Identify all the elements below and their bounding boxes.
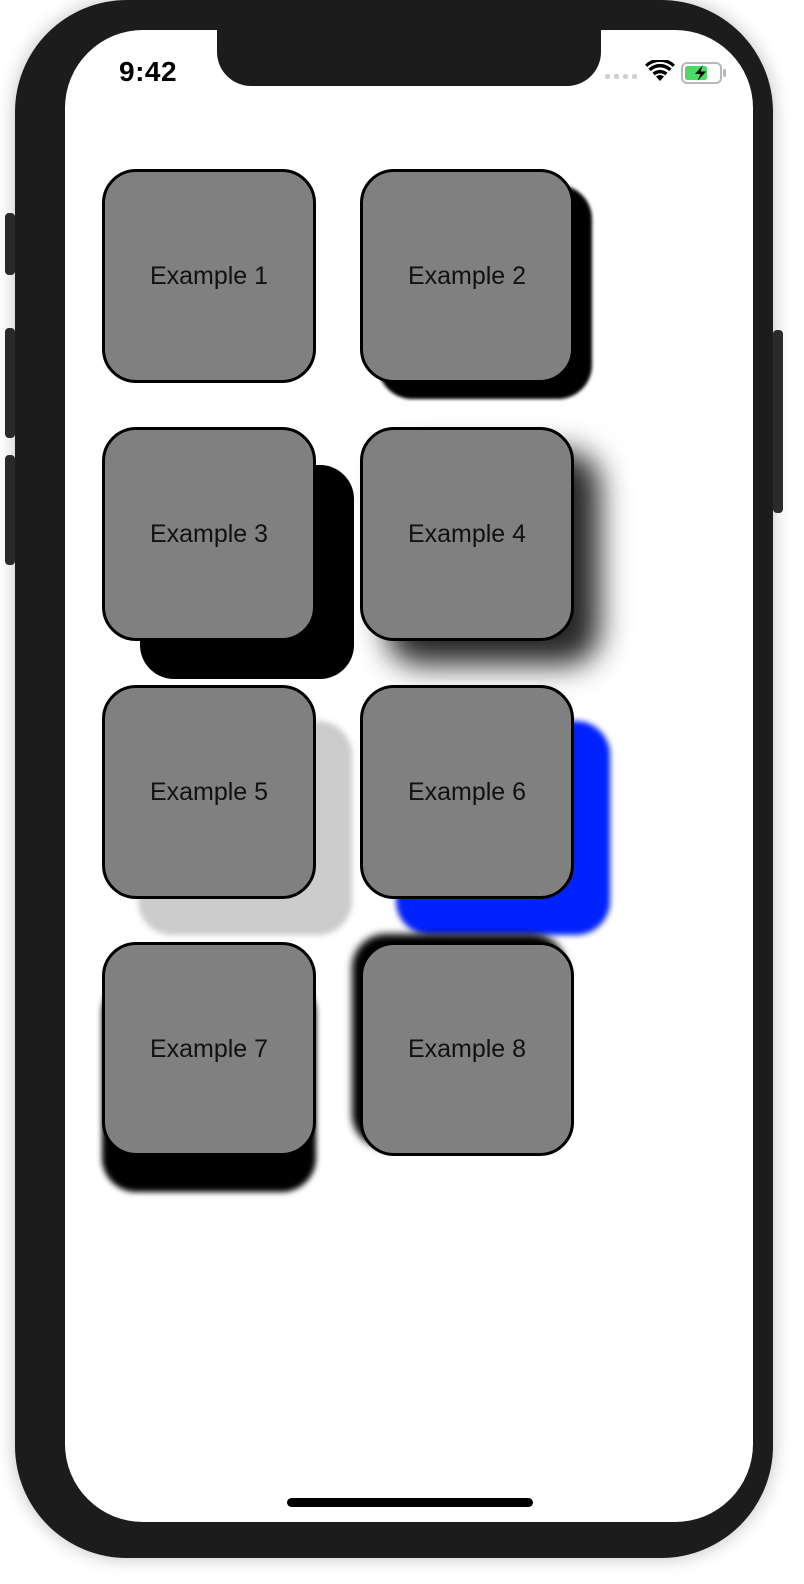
card-label: Example 1 [149,261,269,290]
cellular-signal-icon [605,74,637,79]
card-label: Example 3 [149,519,269,548]
example-card-8[interactable]: Example 8 [360,942,574,1156]
notch [217,30,601,86]
card-label: Example 5 [149,777,269,806]
phone-frame: 9:42 Example 1 Example 2 Example 3 Examp… [5,0,783,1558]
power-button [773,330,783,513]
screen: 9:42 Example 1 Example 2 Example 3 Examp… [65,30,753,1522]
battery-charging-icon [681,62,726,84]
card-label: Example 7 [149,1034,269,1063]
card-label: Example 4 [407,519,527,548]
example-card-1[interactable]: Example 1 [102,169,316,383]
example-card-3[interactable]: Example 3 [102,427,316,641]
card-label: Example 2 [407,261,527,290]
example-card-5[interactable]: Example 5 [102,685,316,899]
silent-switch [5,213,15,275]
example-card-7[interactable]: Example 7 [102,942,316,1156]
wifi-icon [645,60,675,81]
volume-down-button [5,455,15,565]
home-indicator[interactable] [287,1498,533,1507]
example-card-2[interactable]: Example 2 [360,169,574,383]
example-card-6[interactable]: Example 6 [360,685,574,899]
card-label: Example 6 [407,777,527,806]
status-time: 9:42 [119,56,178,87]
volume-up-button [5,328,15,438]
example-card-4[interactable]: Example 4 [360,427,574,641]
card-label: Example 8 [407,1034,527,1063]
